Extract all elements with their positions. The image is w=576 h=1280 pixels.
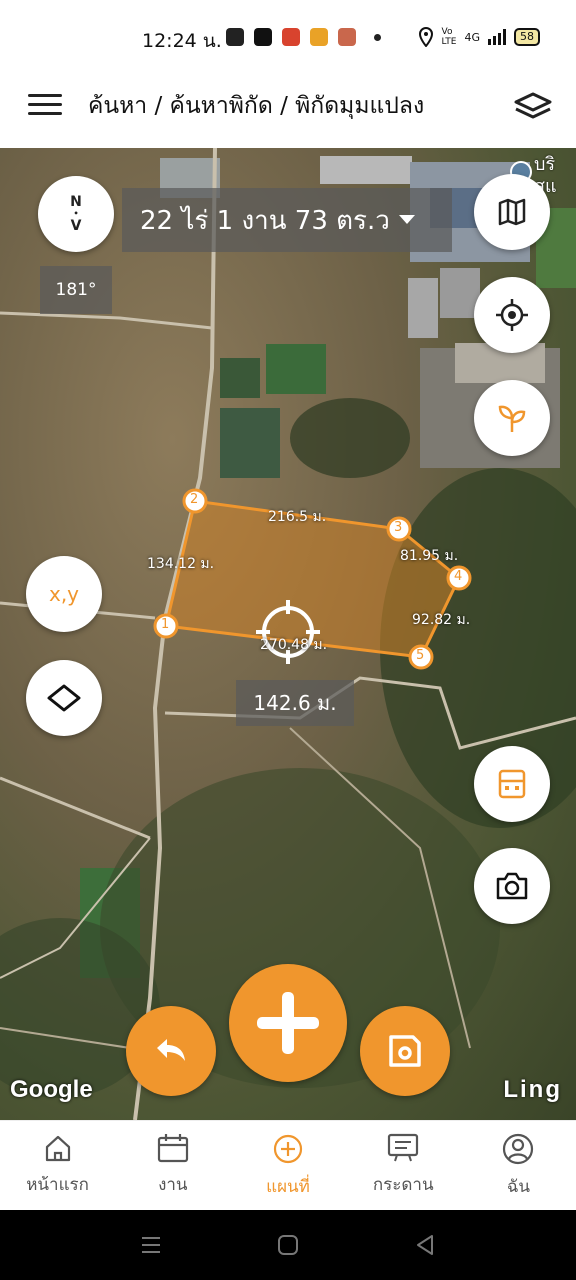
signal-icon <box>488 29 506 45</box>
status-bar: 12:24 น. Vo LTE 4G 58 <box>0 0 576 76</box>
plant-button[interactable] <box>474 380 550 456</box>
battery-icon: 58 <box>514 28 540 46</box>
coordinate-button[interactable]: x,y <box>26 556 102 632</box>
segment-2-3-distance: 216.5 ม. <box>268 509 327 525</box>
undo-button[interactable] <box>126 1006 216 1096</box>
nav-tasks[interactable]: งาน <box>115 1121 230 1210</box>
app-icon <box>310 28 328 46</box>
compass-icon: N • V <box>70 194 82 234</box>
shape-button[interactable] <box>26 660 102 736</box>
nav-board[interactable]: กระดาน <box>346 1121 461 1210</box>
nav-tasks-label: งาน <box>158 1175 188 1195</box>
satellite-map[interactable]: 1 2 3 4 5 134.12 ม. 216.5 ม. 81.95 ม. 92… <box>0 148 576 1120</box>
status-right: Vo LTE 4G 58 <box>418 27 540 47</box>
notification-icons <box>226 28 381 46</box>
status-time: 12:24 น. <box>142 30 222 52</box>
save-button[interactable] <box>360 1006 450 1096</box>
app-icon <box>338 28 356 46</box>
segment-3-4-distance: 81.95 ม. <box>400 548 459 564</box>
system-navigation-bar <box>0 1210 576 1280</box>
map-type-button[interactable] <box>474 174 550 250</box>
layers-icon[interactable] <box>512 90 554 126</box>
home-icon <box>45 1135 70 1162</box>
top-app-bar: ค้นหา / ค้นหาพิกัด / พิกัดมุมแปลง <box>0 76 576 148</box>
ling-logo: Ling <box>503 1076 562 1103</box>
vertex-label-3[interactable]: 3 <box>394 520 402 535</box>
compass-button[interactable]: N • V <box>38 176 114 252</box>
app-icon <box>282 28 300 46</box>
add-point-button[interactable] <box>229 964 347 1082</box>
segment-5-1-distance: 270.48 ม. <box>260 637 328 653</box>
menu-icon[interactable] <box>28 94 62 122</box>
nav-home-label: หน้าแรก <box>26 1175 89 1195</box>
nav-map-label: แผนที่ <box>266 1177 310 1197</box>
undo-icon <box>157 1039 185 1061</box>
vertex-label-4[interactable]: 4 <box>454 569 462 584</box>
bearing-readout: 181° <box>40 266 112 314</box>
volte-icon: Vo LTE <box>441 27 457 47</box>
vertex-label-5[interactable]: 5 <box>416 648 424 663</box>
vertex-label-2[interactable]: 2 <box>190 492 198 507</box>
breadcrumb: ค้นหา / ค้นหาพิกัด / พิกัดมุมแปลง <box>88 93 425 119</box>
chevron-down-icon <box>398 215 415 224</box>
segment-1-2-distance: 134.12 ม. <box>147 556 215 572</box>
vertex-label-1[interactable]: 1 <box>161 617 169 632</box>
sprout-icon <box>498 405 526 432</box>
more-notifications-icon <box>374 33 381 41</box>
area-text: 22 ไร่ 1 งาน 73 ตร.ว <box>140 205 390 236</box>
calculator-icon <box>498 769 526 799</box>
nav-map[interactable]: แผนที่ <box>230 1121 345 1210</box>
diamond-icon <box>47 684 81 712</box>
nav-board-label: กระดาน <box>372 1175 434 1195</box>
shopping-bag-icon <box>226 28 244 46</box>
gps-target-icon <box>496 299 528 331</box>
calculator-button[interactable] <box>474 746 550 822</box>
save-icon <box>389 1035 421 1067</box>
calendar-icon <box>157 1134 188 1163</box>
nav-home[interactable]: หน้าแรก <box>0 1121 115 1210</box>
total-distance: 142.6 ม. <box>236 680 354 726</box>
google-logo: Google <box>10 1076 93 1103</box>
camera-icon <box>496 872 528 900</box>
home-button-icon[interactable] <box>277 1234 299 1256</box>
map-icon <box>498 198 526 226</box>
board-icon <box>388 1133 419 1162</box>
plus-icon <box>257 992 319 1054</box>
profile-icon <box>503 1133 534 1165</box>
tiktok-icon <box>254 28 272 46</box>
camera-button[interactable] <box>474 848 550 924</box>
back-icon[interactable] <box>414 1234 436 1256</box>
network-icon: 4G <box>464 30 480 44</box>
bottom-navigation: หน้าแรก งาน แผนที่ กระดาน ฉัน <box>0 1120 576 1210</box>
area-display[interactable]: 22 ไร่ 1 งาน 73 ตร.ว <box>122 188 452 252</box>
recent-apps-icon[interactable] <box>140 1234 162 1256</box>
xy-label: x,y <box>48 582 80 606</box>
nav-profile-label: ฉัน <box>506 1177 531 1197</box>
add-circle-icon <box>273 1134 303 1164</box>
location-icon <box>418 27 433 47</box>
segment-4-5-distance: 92.82 ม. <box>412 612 471 628</box>
nav-profile[interactable]: ฉัน <box>461 1121 576 1210</box>
my-location-button[interactable] <box>474 277 550 353</box>
